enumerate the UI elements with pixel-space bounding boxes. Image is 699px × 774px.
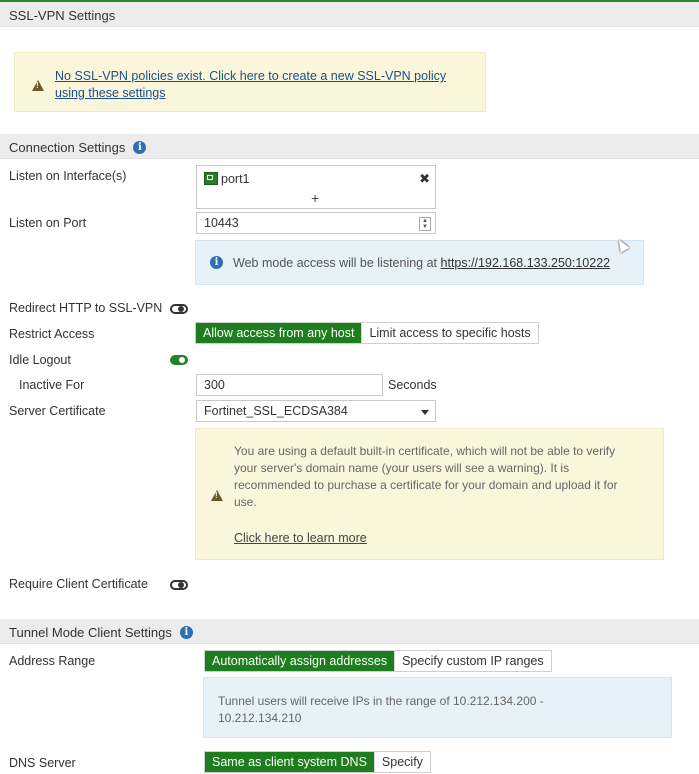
section-header-tunnel: Tunnel Mode Client Settings i bbox=[0, 619, 699, 644]
require-cert-label: Require Client Certificate bbox=[9, 577, 148, 591]
redirect-toggle[interactable] bbox=[170, 304, 188, 314]
allow-any-host-option[interactable]: Allow access from any host bbox=[196, 323, 362, 343]
require-cert-toggle[interactable] bbox=[170, 580, 188, 590]
chevron-down-icon bbox=[421, 410, 429, 415]
restrict-access-label: Restrict Access bbox=[9, 327, 95, 341]
warning-icon bbox=[32, 80, 44, 91]
section-header-ssl-vpn: SSL-VPN Settings bbox=[0, 2, 699, 27]
idle-logout-label: Idle Logout bbox=[9, 353, 71, 367]
policy-warning-link[interactable]: No SSL-VPN policies exist. Click here to… bbox=[55, 68, 446, 102]
section-header-connection: Connection Settings i bbox=[0, 134, 699, 159]
remove-icon[interactable]: ✖ bbox=[419, 171, 430, 187]
dns-server-label: DNS Server bbox=[9, 756, 76, 770]
limit-hosts-option[interactable]: Limit access to specific hosts bbox=[361, 323, 538, 343]
listen-port-input[interactable]: 10443 ▲ ▼ bbox=[196, 212, 436, 234]
same-as-client-dns-option[interactable]: Same as client system DNS bbox=[205, 752, 374, 772]
info-icon[interactable]: i bbox=[133, 141, 147, 155]
web-mode-link[interactable]: https://192.168.133.250:10222 bbox=[441, 256, 611, 270]
inactive-for-label: Inactive For bbox=[19, 378, 85, 392]
specify-dns-option[interactable]: Specify bbox=[373, 752, 430, 772]
info-icon: i bbox=[210, 256, 223, 269]
policy-warning-box: No SSL-VPN policies exist. Click here to… bbox=[14, 52, 486, 112]
cert-warning-text: You are using a default built-in certifi… bbox=[234, 444, 618, 509]
auto-assign-option[interactable]: Automatically assign addresses bbox=[205, 651, 395, 671]
port-icon bbox=[204, 172, 218, 185]
learn-more-link[interactable]: Click here to learn more bbox=[234, 531, 367, 545]
port-spinner[interactable]: ▲ ▼ bbox=[419, 217, 431, 231]
listen-port-label: Listen on Port bbox=[9, 216, 87, 230]
redirect-label: Redirect HTTP to SSL-VPN bbox=[9, 301, 163, 315]
restrict-access-segmented[interactable]: Allow access from any host Limit access … bbox=[195, 322, 539, 344]
web-mode-text: Web mode access will be listening at htt… bbox=[233, 256, 611, 270]
range-info-text: Tunnel users will receive IPs in the ran… bbox=[218, 694, 544, 725]
interface-item: port1 bbox=[221, 172, 250, 186]
server-cert-label: Server Certificate bbox=[9, 404, 106, 418]
add-interface-button[interactable]: + bbox=[311, 190, 319, 206]
inactive-for-unit: Seconds bbox=[388, 378, 437, 392]
server-cert-select[interactable]: Fortinet_SSL_ECDSA384 bbox=[196, 400, 436, 422]
warning-icon bbox=[211, 490, 223, 501]
address-range-segmented[interactable]: Automatically assign addresses Specify c… bbox=[204, 650, 552, 672]
section-title: SSL-VPN Settings bbox=[9, 8, 116, 24]
idle-logout-toggle[interactable] bbox=[170, 355, 188, 365]
inactive-for-input[interactable]: 300 bbox=[196, 374, 383, 396]
web-mode-info-box: i Web mode access will be listening at h… bbox=[195, 240, 644, 285]
range-info-box: Tunnel users will receive IPs in the ran… bbox=[203, 677, 672, 738]
section-title: Connection Settings bbox=[9, 140, 126, 156]
section-title: Tunnel Mode Client Settings bbox=[9, 625, 172, 641]
info-icon[interactable]: i bbox=[179, 626, 193, 640]
custom-ip-ranges-option[interactable]: Specify custom IP ranges bbox=[394, 651, 551, 671]
interface-select-box[interactable]: port1 ✖ + bbox=[196, 165, 436, 209]
address-range-label: Address Range bbox=[9, 654, 96, 668]
dns-server-segmented[interactable]: Same as client system DNS Specify bbox=[204, 751, 431, 773]
listen-interface-label: Listen on Interface(s) bbox=[9, 169, 127, 183]
cert-warning-box: You are using a default built-in certifi… bbox=[195, 428, 664, 560]
